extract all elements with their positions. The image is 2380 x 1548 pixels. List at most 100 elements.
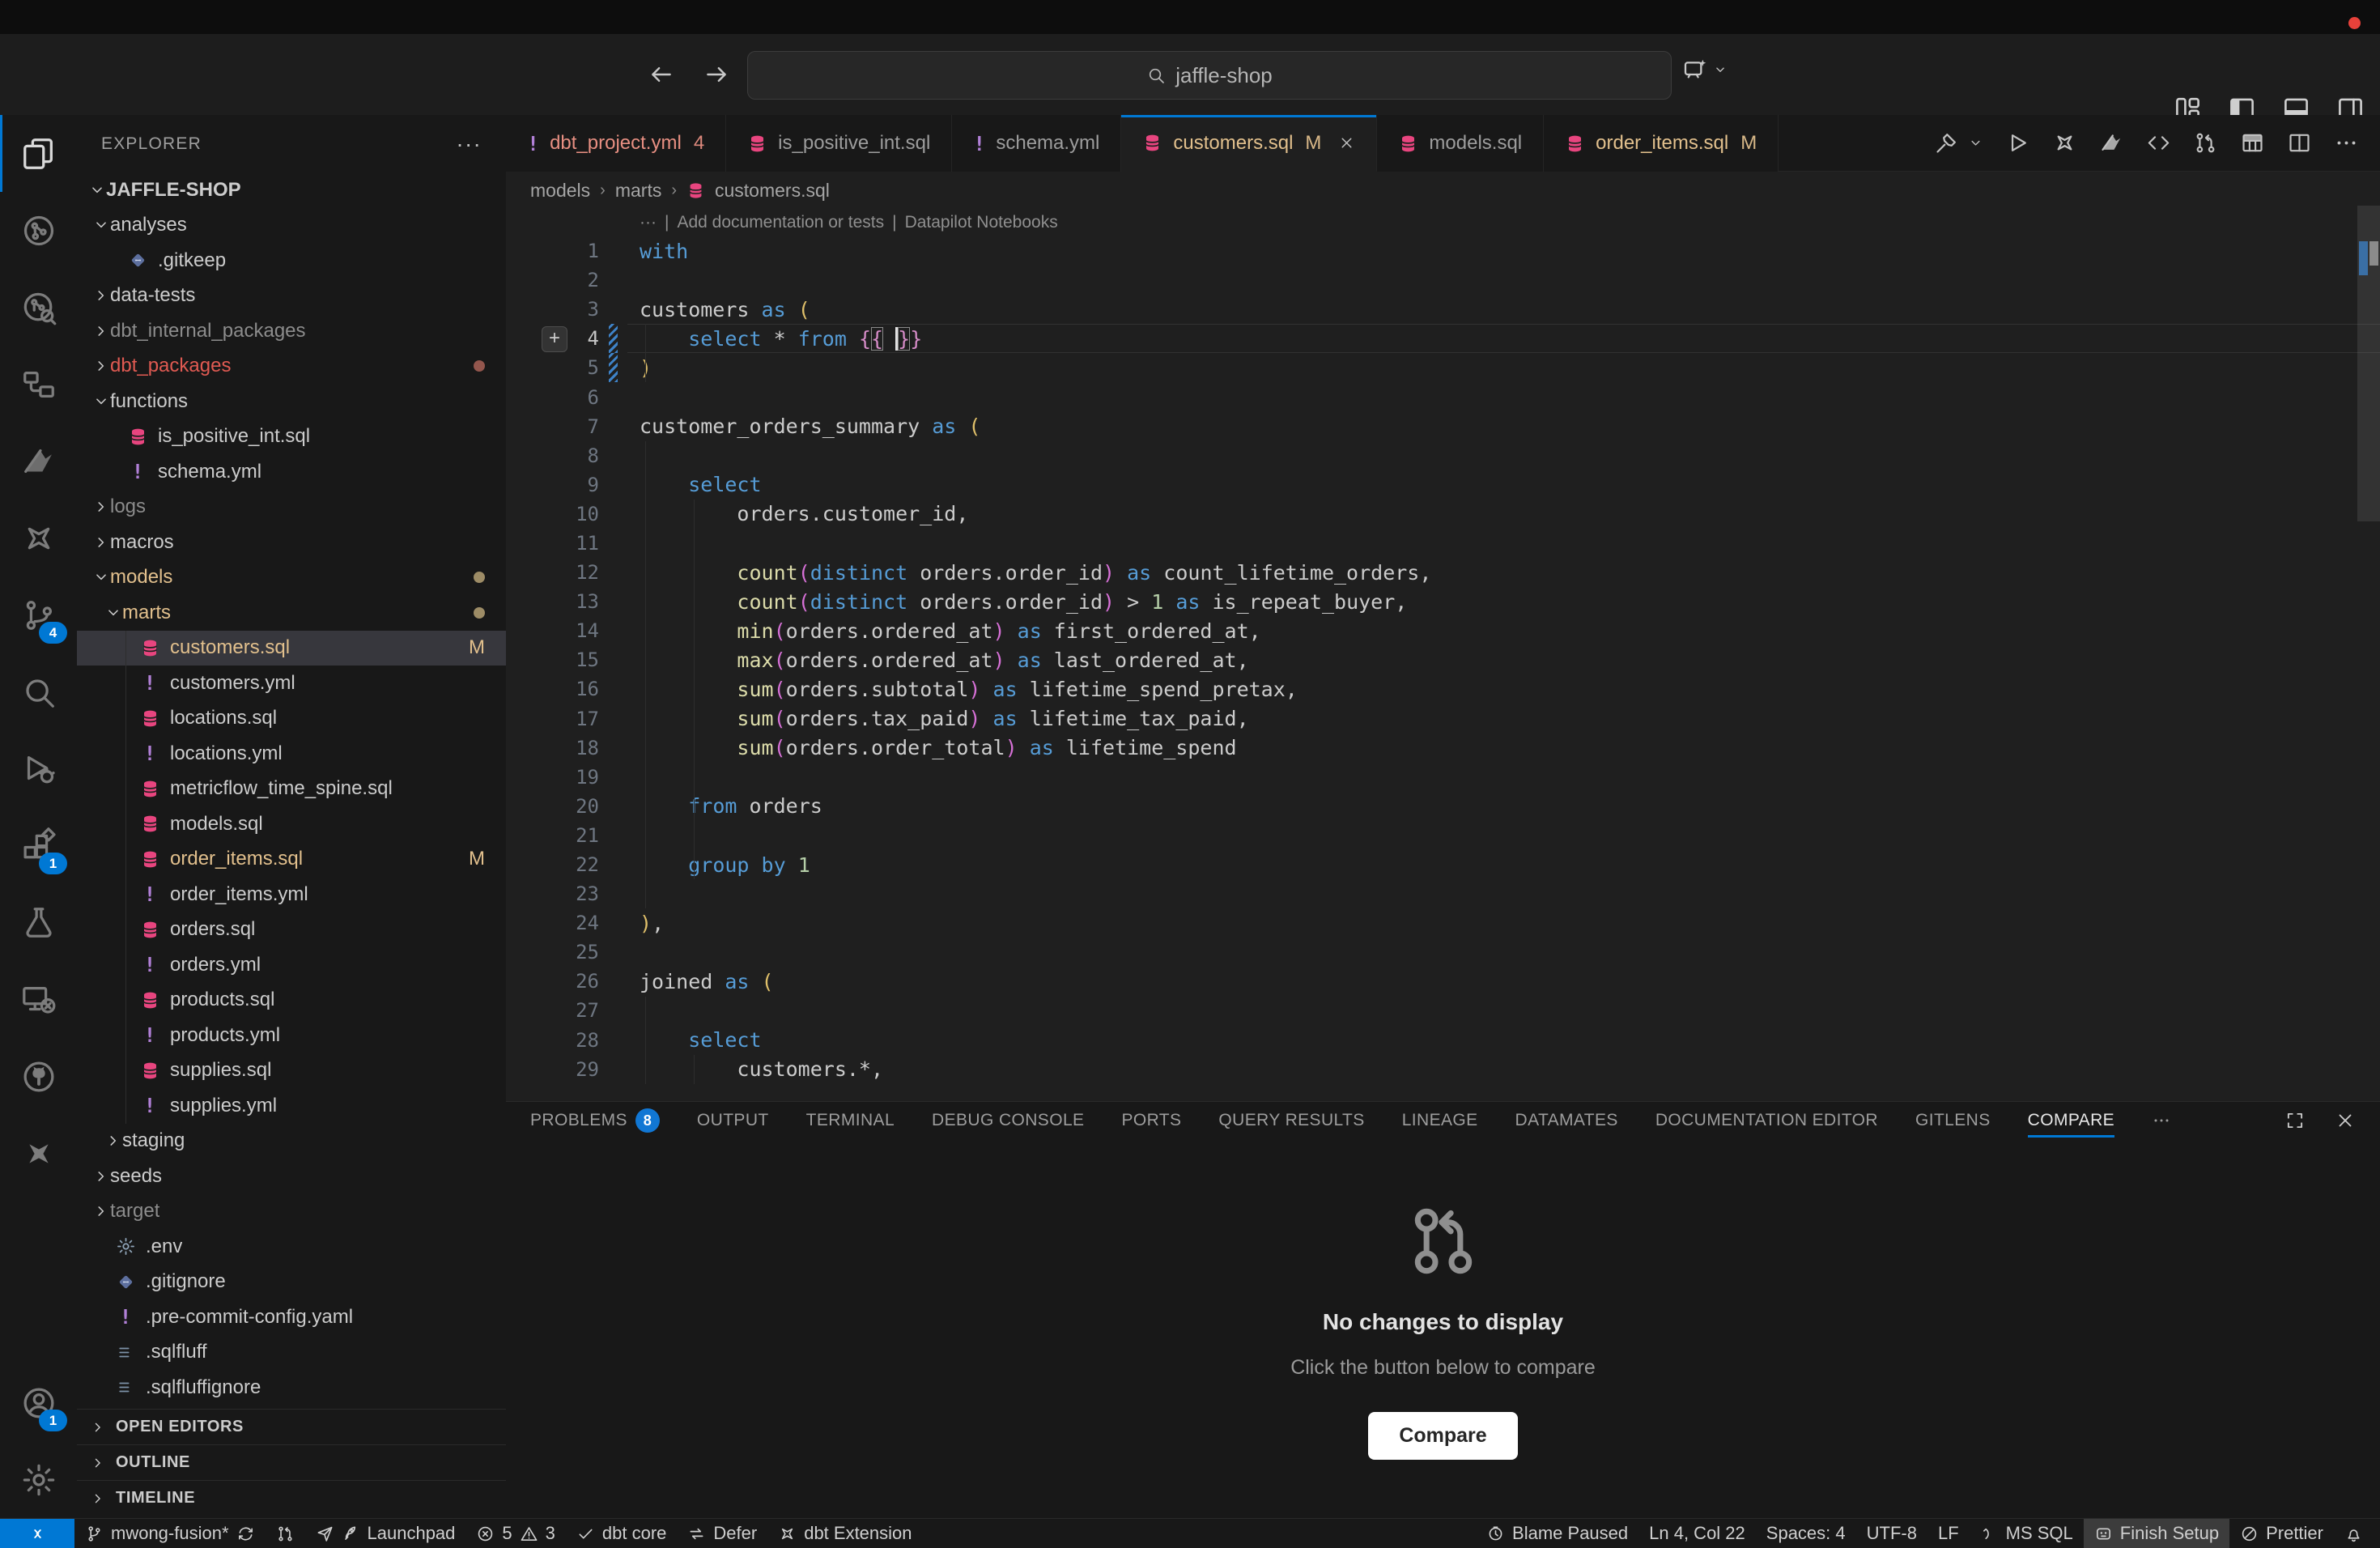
tab-models.sql[interactable]: models.sql: [1377, 115, 1544, 172]
status-problems-summary[interactable]: 53: [465, 1519, 566, 1548]
activity-accounts[interactable]: 1: [0, 1364, 77, 1441]
explorer-more-actions[interactable]: ···: [456, 131, 482, 157]
tree-item-target[interactable]: target: [77, 1194, 506, 1230]
breadcrumb-item[interactable]: customers.sql: [715, 180, 830, 202]
tree-item-staging[interactable]: staging: [77, 1124, 506, 1159]
activity-datapilot[interactable]: [0, 423, 77, 500]
tree-item-models[interactable]: models: [77, 560, 506, 596]
sidebar-section-timeline[interactable]: TIMELINE: [77, 1480, 506, 1516]
status-dbt-extension[interactable]: dbt Extension: [767, 1519, 922, 1548]
dbt-build-dropdown-icon[interactable]: [1968, 135, 1983, 151]
git-sync-icon[interactable]: [2193, 130, 2218, 155]
code-line-3[interactable]: 3customers as (: [506, 295, 2380, 324]
status-language-mode[interactable]: MS SQL: [1970, 1519, 2084, 1548]
breadcrumb-item[interactable]: models: [530, 180, 590, 202]
tree-item-locations.yml[interactable]: !locations.yml: [77, 736, 506, 772]
status-prettier[interactable]: Prettier: [2229, 1519, 2334, 1548]
tree-item-macros[interactable]: macros: [77, 525, 506, 560]
tree-item-models.sql[interactable]: models.sql: [77, 806, 506, 842]
remote-indicator[interactable]: [0, 1519, 74, 1548]
status-finish-setup[interactable]: Finish Setup: [2084, 1519, 2229, 1548]
forward-icon[interactable]: [703, 61, 730, 88]
run-query-icon[interactable]: [2005, 130, 2030, 155]
tree-item-supplies.sql[interactable]: supplies.sql: [77, 1053, 506, 1089]
code-line-10[interactable]: 10 orders.customer_id,: [506, 500, 2380, 529]
panel-tab-output[interactable]: OUTPUT: [697, 1102, 769, 1139]
activity-extensions[interactable]: 1: [0, 807, 77, 884]
tree-item-.pre-commit-config.yaml[interactable]: !.pre-commit-config.yaml: [77, 1299, 506, 1335]
query-results-icon[interactable]: [2240, 130, 2265, 155]
tree-item-supplies.yml[interactable]: !supplies.yml: [77, 1088, 506, 1124]
activity-remote-explorer[interactable]: [0, 961, 77, 1038]
breadcrumb-item[interactable]: marts: [615, 180, 662, 202]
code-line-8[interactable]: 8: [506, 441, 2380, 470]
tab-customers.sql[interactable]: customers.sqlM: [1121, 115, 1377, 172]
tree-item-analyses[interactable]: analyses: [77, 208, 506, 244]
tree-item-dbt_internal_packages[interactable]: dbt_internal_packages: [77, 313, 506, 349]
maximize-panel-icon[interactable]: [2284, 1110, 2306, 1131]
tree-item-.gitignore[interactable]: .gitignore: [77, 1265, 506, 1300]
activity-dbt-lineage-search[interactable]: [0, 269, 77, 346]
panel-tab-lineage[interactable]: LINEAGE: [1402, 1102, 1478, 1139]
back-icon[interactable]: [648, 61, 675, 88]
code-line-26[interactable]: 26joined as (: [506, 967, 2380, 996]
gutter-add-button[interactable]: +: [542, 326, 567, 352]
tree-item-is_positive_int.sql[interactable]: is_positive_int.sql: [77, 419, 506, 455]
tree-item-.sqlfluffignore[interactable]: .sqlfluffignore: [77, 1370, 506, 1406]
tree-item-dbt_packages[interactable]: dbt_packages: [77, 349, 506, 385]
code-line-4[interactable]: +4 select * from {{ }}: [506, 324, 2380, 353]
activity-settings[interactable]: [0, 1441, 77, 1518]
status-eol[interactable]: LF: [1927, 1519, 1970, 1548]
codelens-link[interactable]: Add documentation or tests: [677, 213, 884, 232]
activity-dbt-flow[interactable]: [0, 346, 77, 423]
code-line-2[interactable]: 2: [506, 266, 2380, 295]
tree-item-seeds[interactable]: seeds: [77, 1159, 506, 1194]
copilot-button[interactable]: [1682, 57, 1728, 83]
sidebar-section-outline[interactable]: OUTLINE: [77, 1444, 506, 1480]
code-line-1[interactable]: 1with: [506, 236, 2380, 266]
code-line-6[interactable]: 6: [506, 382, 2380, 411]
code-line-23[interactable]: 23: [506, 879, 2380, 908]
split-editor-icon[interactable]: [2287, 130, 2312, 155]
tab-is_positive_int.sql[interactable]: is_positive_int.sql: [726, 115, 952, 172]
dbt-build-icon[interactable]: [1934, 130, 1959, 155]
compare-button[interactable]: Compare: [1368, 1412, 1517, 1460]
tree-item-logs[interactable]: logs: [77, 490, 506, 525]
tree-item-order_items.sql[interactable]: order_items.sqlM: [77, 842, 506, 878]
editor-scrollbar[interactable]: [2357, 206, 2380, 521]
tree-item-data-tests[interactable]: data-tests: [77, 279, 506, 314]
activity-dbt-lineage[interactable]: [0, 192, 77, 269]
activity-source-control[interactable]: 4: [0, 576, 77, 653]
panel-tab-compare[interactable]: COMPARE: [2028, 1102, 2114, 1139]
code-line-28[interactable]: 28 select: [506, 1026, 2380, 1055]
tab-schema.yml[interactable]: !schema.yml: [952, 115, 1121, 172]
tree-item-order_items.yml[interactable]: !order_items.yml: [77, 877, 506, 912]
code-line-25[interactable]: 25: [506, 938, 2380, 967]
tab-dbt_project.yml[interactable]: !dbt_project.yml4: [506, 115, 726, 172]
status-launchpad[interactable]: Launchpad: [305, 1519, 466, 1548]
tree-item-.gitkeep[interactable]: .gitkeep: [77, 243, 506, 279]
code-line-9[interactable]: 9 select: [506, 470, 2380, 500]
panel-tab-query-results[interactable]: QUERY RESULTS: [1218, 1102, 1364, 1139]
panel-tab-problems[interactable]: PROBLEMS8: [530, 1102, 660, 1139]
tree-item-metricflow_time_spine.sql[interactable]: metricflow_time_spine.sql: [77, 772, 506, 807]
code-line-22[interactable]: 22 group by 1: [506, 850, 2380, 879]
codelens-more[interactable]: ···: [640, 213, 657, 232]
code-line-24[interactable]: 24),: [506, 908, 2380, 938]
status-cursor-position[interactable]: Ln 4, Col 22: [1638, 1519, 1756, 1548]
code-line-14[interactable]: 14 min(orders.ordered_at) as first_order…: [506, 616, 2380, 645]
activity-run-and-debug[interactable]: [0, 730, 77, 807]
activity-dbt-power-user-alt[interactable]: [0, 1115, 77, 1192]
activity-github[interactable]: [0, 1038, 77, 1115]
more-actions-icon[interactable]: [2334, 130, 2359, 155]
panel-tab-gitlens[interactable]: GITLENS: [1915, 1102, 1991, 1139]
panel-tab-terminal[interactable]: TERMINAL: [806, 1102, 895, 1139]
dbt-power-user-icon[interactable]: [2052, 130, 2077, 155]
panel-tab-documentation-editor[interactable]: DOCUMENTATION EDITOR: [1655, 1102, 1878, 1139]
tree-item-functions[interactable]: functions: [77, 384, 506, 419]
tree-item-products.sql[interactable]: products.sql: [77, 983, 506, 1019]
tree-item-locations.sql[interactable]: locations.sql: [77, 701, 506, 737]
compiled-code-icon[interactable]: [2146, 130, 2171, 155]
code-line-20[interactable]: 20 from orders: [506, 792, 2380, 821]
status-branch-status[interactable]: mwong-fusion*: [74, 1519, 266, 1548]
